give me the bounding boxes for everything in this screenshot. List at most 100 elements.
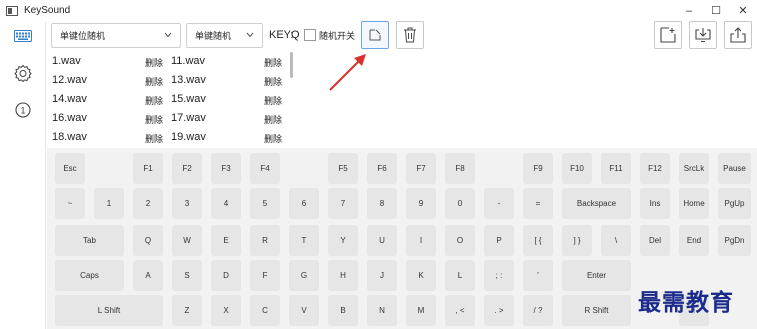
key-enter[interactable]: Enter bbox=[562, 260, 631, 291]
key-f6[interactable]: F6 bbox=[367, 153, 397, 184]
key-f8[interactable]: F8 bbox=[445, 153, 475, 184]
key-pgup[interactable]: PgUp bbox=[718, 188, 751, 219]
key-f5[interactable]: F5 bbox=[328, 153, 358, 184]
key-9[interactable]: 9 bbox=[406, 188, 436, 219]
key-r[interactable]: R bbox=[250, 225, 280, 256]
key-g[interactable]: G bbox=[289, 260, 319, 291]
nav-keyboard[interactable] bbox=[12, 25, 34, 47]
key-slash[interactable]: / ? bbox=[523, 295, 553, 326]
new-config-button[interactable] bbox=[654, 21, 682, 49]
key-left-shift[interactable]: L Shift bbox=[55, 295, 163, 326]
key-8[interactable]: 8 bbox=[367, 188, 397, 219]
key-f12[interactable]: F12 bbox=[640, 153, 670, 184]
key-caps[interactable]: Caps bbox=[55, 260, 124, 291]
nav-about[interactable]: 1 bbox=[12, 99, 34, 121]
key-v[interactable]: V bbox=[289, 295, 319, 326]
key-n[interactable]: N bbox=[367, 295, 397, 326]
key-tab[interactable]: Tab bbox=[55, 225, 124, 256]
key-home[interactable]: Home bbox=[679, 188, 709, 219]
key-i[interactable]: I bbox=[406, 225, 436, 256]
key-2[interactable]: 2 bbox=[133, 188, 163, 219]
key-f[interactable]: F bbox=[250, 260, 280, 291]
key-pause[interactable]: Pause bbox=[718, 153, 751, 184]
key-quote[interactable]: ' bbox=[523, 260, 553, 291]
key-left-bracket[interactable]: [ { bbox=[523, 225, 553, 256]
key-q[interactable]: Q bbox=[133, 225, 163, 256]
file-list-scrollbar[interactable] bbox=[290, 52, 293, 78]
key-y[interactable]: Y bbox=[328, 225, 358, 256]
key-tilde[interactable]: ~ bbox=[55, 188, 85, 219]
delete-link[interactable]: 删除 bbox=[145, 56, 163, 69]
key-a[interactable]: A bbox=[133, 260, 163, 291]
delete-link[interactable]: 删除 bbox=[264, 113, 282, 126]
key-1[interactable]: 1 bbox=[94, 188, 124, 219]
key-4[interactable]: 4 bbox=[211, 188, 241, 219]
key-m[interactable]: M bbox=[406, 295, 436, 326]
key-backslash[interactable]: \ bbox=[601, 225, 631, 256]
key-w[interactable]: W bbox=[172, 225, 202, 256]
key-srclk[interactable]: SrcLk bbox=[679, 153, 709, 184]
key-k[interactable]: K bbox=[406, 260, 436, 291]
key-s[interactable]: S bbox=[172, 260, 202, 291]
delete-link[interactable]: 删除 bbox=[264, 75, 282, 88]
key-f7[interactable]: F7 bbox=[406, 153, 436, 184]
key-backspace[interactable]: Backspace bbox=[562, 188, 631, 219]
key-d[interactable]: D bbox=[211, 260, 241, 291]
key-6[interactable]: 6 bbox=[289, 188, 319, 219]
key-l[interactable]: L bbox=[445, 260, 475, 291]
key-f10[interactable]: F10 bbox=[562, 153, 592, 184]
key-equals[interactable]: = bbox=[523, 188, 553, 219]
key-minus[interactable]: - bbox=[484, 188, 514, 219]
add-sound-button[interactable] bbox=[361, 21, 389, 49]
key-f1[interactable]: F1 bbox=[133, 153, 163, 184]
key-0[interactable]: 0 bbox=[445, 188, 475, 219]
key-comma[interactable]: , < bbox=[445, 295, 475, 326]
key-5[interactable]: 5 bbox=[250, 188, 280, 219]
key-h[interactable]: H bbox=[328, 260, 358, 291]
nav-settings[interactable] bbox=[12, 62, 34, 84]
close-button[interactable]: ✕ bbox=[730, 3, 756, 19]
key-j[interactable]: J bbox=[367, 260, 397, 291]
key-end[interactable]: End bbox=[679, 225, 709, 256]
key-f9[interactable]: F9 bbox=[523, 153, 553, 184]
export-button[interactable] bbox=[724, 21, 752, 49]
key-c[interactable]: C bbox=[250, 295, 280, 326]
file-name: 11.wav bbox=[171, 55, 206, 67]
key-esc[interactable]: Esc bbox=[55, 153, 85, 184]
delete-link[interactable]: 删除 bbox=[145, 94, 163, 107]
import-button[interactable] bbox=[689, 21, 717, 49]
delete-link[interactable]: 删除 bbox=[145, 132, 163, 145]
random-mode-dropdown[interactable]: 单键随机 bbox=[186, 23, 263, 48]
key-t[interactable]: T bbox=[289, 225, 319, 256]
key-right-bracket[interactable]: ] } bbox=[562, 225, 592, 256]
key-p[interactable]: P bbox=[484, 225, 514, 256]
key-z[interactable]: Z bbox=[172, 295, 202, 326]
key-f11[interactable]: F11 bbox=[601, 153, 631, 184]
delete-link[interactable]: 删除 bbox=[264, 132, 282, 145]
key-e[interactable]: E bbox=[211, 225, 241, 256]
delete-link[interactable]: 删除 bbox=[264, 94, 282, 107]
key-del[interactable]: Del bbox=[640, 225, 670, 256]
key-3[interactable]: 3 bbox=[172, 188, 202, 219]
key-pgdn[interactable]: PgDn bbox=[718, 225, 751, 256]
random-switch-checkbox[interactable] bbox=[304, 29, 316, 41]
key-o[interactable]: O bbox=[445, 225, 475, 256]
key-ins[interactable]: Ins bbox=[640, 188, 670, 219]
key-u[interactable]: U bbox=[367, 225, 397, 256]
delete-link[interactable]: 删除 bbox=[145, 113, 163, 126]
key-x[interactable]: X bbox=[211, 295, 241, 326]
delete-button[interactable] bbox=[396, 21, 424, 49]
key-7[interactable]: 7 bbox=[328, 188, 358, 219]
delete-link[interactable]: 删除 bbox=[264, 56, 282, 69]
key-right-shift[interactable]: R Shift bbox=[562, 295, 631, 326]
key-f3[interactable]: F3 bbox=[211, 153, 241, 184]
key-f2[interactable]: F2 bbox=[172, 153, 202, 184]
key-period[interactable]: . > bbox=[484, 295, 514, 326]
key-semicolon[interactable]: ; : bbox=[484, 260, 514, 291]
minimize-button[interactable]: – bbox=[676, 3, 702, 19]
mode-dropdown[interactable]: 单键位随机 bbox=[51, 23, 181, 48]
delete-link[interactable]: 删除 bbox=[145, 75, 163, 88]
key-b[interactable]: B bbox=[328, 295, 358, 326]
maximize-button[interactable]: ☐ bbox=[703, 3, 729, 19]
key-f4[interactable]: F4 bbox=[250, 153, 280, 184]
